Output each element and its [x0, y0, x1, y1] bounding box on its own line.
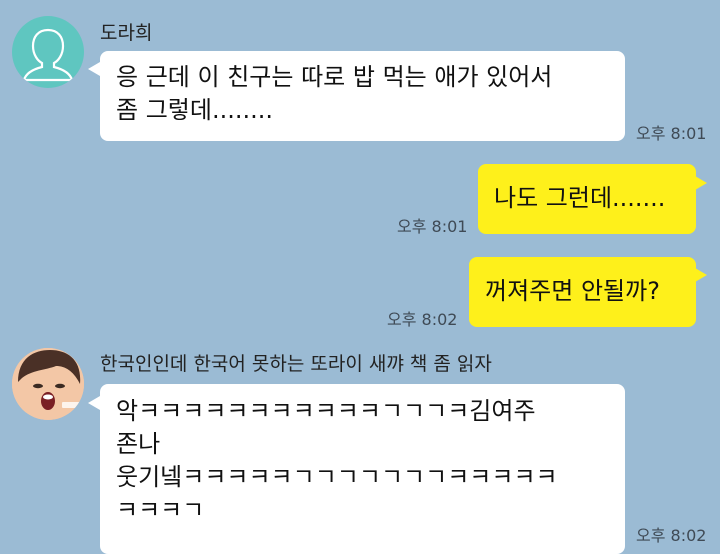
message-bubble[interactable]: 악ㅋㅋㅋㅋㅋㅋㅋㅋㅋㅋㅋㄱㄱㄱㅋ김여주 존나 웃기넼ㅋㅋㅋㅋㅋㄱㄱㄱㄱㄱㄱㄱㅋㅋ…	[100, 384, 625, 554]
message-bubble[interactable]: 꺼져주면 안될까?	[469, 257, 696, 327]
profile-photo	[12, 348, 84, 420]
contact-avatar[interactable]	[12, 16, 84, 88]
message-time: 오후 8:01	[397, 217, 468, 236]
default-person-icon	[22, 28, 74, 82]
sender-name: 도라희	[100, 22, 153, 44]
bubble-tail	[88, 396, 100, 410]
message-text: 꺼져주면 안될까?	[485, 277, 660, 305]
message-time: 오후 8:01	[636, 124, 707, 143]
message-text: 웃기넼ㅋㅋㅋㅋㅋㄱㄱㄱㄱㄱㄱㄱㅋㅋㅋㅋㅋ	[116, 463, 558, 491]
message-bubble[interactable]: 나도 그런데.......	[478, 164, 696, 234]
contact-avatar[interactable]	[12, 348, 84, 420]
message-text: 나도 그런데.......	[494, 184, 666, 212]
message-time: 오후 8:02	[387, 310, 458, 329]
message-text: 악ㅋㅋㅋㅋㅋㅋㅋㅋㅋㅋㅋㄱㄱㄱㅋ김여주	[116, 397, 536, 425]
bubble-tail	[88, 62, 100, 76]
message-bubble[interactable]: 응 근데 이 친구는 따로 밥 먹는 애가 있어서 좀 그렇데........	[100, 51, 625, 141]
bubble-tail	[695, 268, 707, 282]
message-text: 좀 그렇데........	[116, 96, 273, 124]
message-time: 오후 8:02	[636, 526, 707, 545]
message-text: 응 근데 이 친구는 따로 밥 먹는 애가 있어서	[116, 63, 553, 91]
message-text: ㅋㅋㅋㄱ	[116, 496, 205, 524]
sender-name: 한국인인데 한국어 못하는 또라이 새꺄 책 좀 읽자	[100, 353, 492, 375]
message-text: 존나	[116, 430, 161, 458]
bubble-tail	[695, 176, 707, 190]
